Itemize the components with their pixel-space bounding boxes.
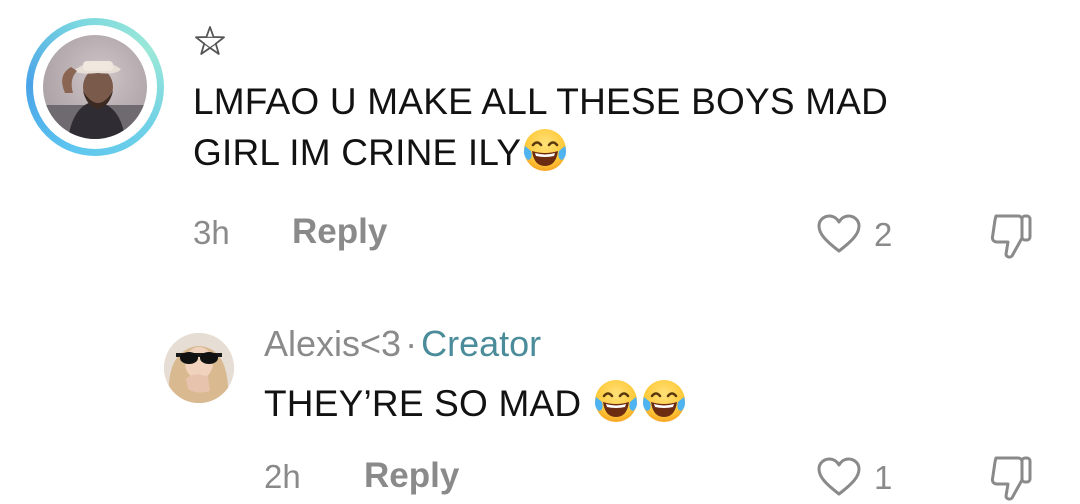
star-outline-icon bbox=[195, 26, 225, 55]
heart-icon[interactable] bbox=[816, 213, 862, 255]
avatar-photo-icon bbox=[164, 333, 234, 403]
separator-dot: · bbox=[405, 323, 418, 364]
comment-text: LMFAO U MAKE ALL THESE BOYS MAD bbox=[193, 77, 888, 126]
face-with-tears-of-joy-icon bbox=[640, 377, 688, 425]
thumbs-down-icon[interactable] bbox=[988, 452, 1036, 504]
comment-text-line: GIRL IM CRINE ILY bbox=[193, 132, 522, 173]
comment-author-row: Alexis<3 · Creator bbox=[264, 323, 541, 365]
heart-icon[interactable] bbox=[816, 456, 862, 498]
comment-text-line: LMFAO U MAKE ALL THESE BOYS MAD bbox=[193, 81, 889, 122]
reply-button[interactable]: Reply bbox=[364, 456, 459, 496]
like-count: 1 bbox=[874, 459, 893, 496]
comment-timestamp: 3h bbox=[193, 214, 230, 251]
thumbs-down-icon[interactable] bbox=[988, 210, 1036, 262]
comment-author[interactable]: Alexis<3 bbox=[264, 323, 401, 364]
creator-badge: Creator bbox=[421, 323, 542, 364]
avatar[interactable] bbox=[164, 333, 234, 403]
comment-text-line: THEY’RE SO MAD bbox=[264, 383, 592, 424]
face-with-tears-of-joy-icon bbox=[521, 126, 569, 174]
avatar[interactable] bbox=[43, 35, 147, 139]
comment-timestamp: 2h bbox=[264, 458, 301, 495]
face-with-tears-of-joy-icon bbox=[592, 377, 640, 425]
avatar-photo-icon bbox=[43, 61, 147, 139]
avatar-ring[interactable] bbox=[26, 18, 164, 156]
comment-text: THEY’RE SO MAD bbox=[264, 377, 688, 428]
comment-text: GIRL IM CRINE ILY bbox=[193, 126, 569, 177]
reply-button[interactable]: Reply bbox=[292, 212, 387, 252]
like-count: 2 bbox=[874, 216, 893, 253]
